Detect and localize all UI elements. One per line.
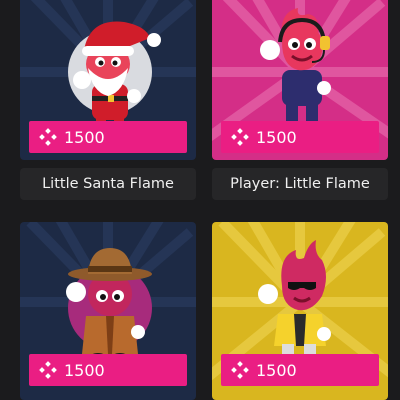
item-name-label[interactable]: Little Santa Flame: [20, 168, 196, 200]
gem-icon: [39, 128, 57, 146]
gem-icon: [231, 361, 249, 379]
gem-icon: [231, 128, 249, 146]
price-tag[interactable]: 1500: [29, 121, 187, 153]
item-card-santa[interactable]: 1500: [20, 0, 196, 160]
gem-icon: [39, 361, 57, 379]
item-name-text: Player: Little Flame: [230, 176, 370, 192]
price-tag[interactable]: 1500: [221, 354, 379, 386]
price-tag[interactable]: 1500: [221, 121, 379, 153]
item-card-detective[interactable]: 1500: [20, 222, 196, 400]
item-card-cool-flame[interactable]: 1500: [212, 222, 388, 400]
item-name-label[interactable]: Player: Little Flame: [212, 168, 388, 200]
price-value: 1500: [256, 360, 297, 380]
price-value: 1500: [64, 127, 105, 147]
item-card-player[interactable]: 1500: [212, 0, 388, 160]
price-tag[interactable]: 1500: [29, 354, 187, 386]
item-name-text: Little Santa Flame: [42, 176, 174, 192]
price-value: 1500: [64, 360, 105, 380]
price-value: 1500: [256, 127, 297, 147]
